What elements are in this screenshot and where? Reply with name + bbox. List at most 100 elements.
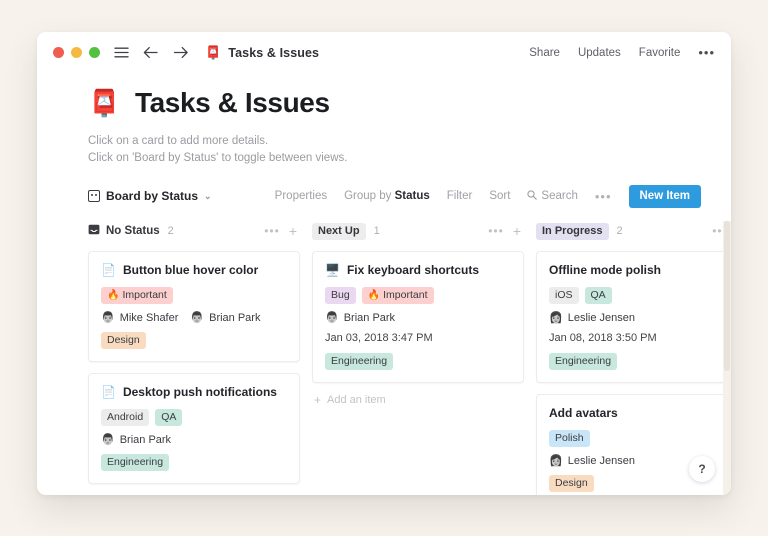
card-people-row: 👨 Mike Shafer 👨 Brian Park [101,312,287,324]
card-category-tag[interactable]: Engineering [325,353,394,370]
column-title-text: No Status [106,225,160,237]
filter-button[interactable]: Filter [447,190,473,202]
board-card[interactable]: 🖥️ Fix keyboard shortcuts Bug 🔥 Important 👨 Br… [312,251,524,383]
card-tag[interactable]: Polish [549,430,590,447]
board-view-icon [88,190,100,202]
card-assignee-name: Brian Park [343,312,396,324]
breadcrumb[interactable]: 📮 Tasks & Issues [205,46,319,60]
card-title-text: Add avatars [549,406,618,420]
properties-button[interactable]: Properties [275,190,327,202]
card-tag-label: iOS [555,289,573,301]
updates-button[interactable]: Updates [578,47,621,59]
column-more-icon[interactable]: ••• [488,225,504,237]
column-card-count: 2 [167,225,174,237]
back-arrow-icon[interactable] [143,46,159,59]
card-assignee-name: Leslie Jensen [567,455,635,467]
board-card[interactable]: 📄 Desktop push notifications Android QA 👨 Bri… [88,373,300,484]
sidebar-toggle-icon[interactable] [114,46,129,59]
window-controls [53,47,100,58]
column-status-chip[interactable]: In Progress [536,222,609,240]
help-button[interactable]: ? [689,456,715,482]
group-by-value: Status [394,190,430,202]
maximize-window-button[interactable] [89,47,100,58]
app-window: 📮 Tasks & Issues Share Updates Favorite … [37,32,731,495]
card-assignee-name: Brian Park [209,312,261,324]
view-selector-board-by-status[interactable]: Board by Status ⌄ [88,189,212,203]
titlebar-actions: Share Updates Favorite ••• [529,46,715,59]
card-tag-label: Important [122,289,167,301]
card-tag[interactable]: Bug [325,287,356,304]
search-label: Search [541,190,578,202]
page-subtitle: Click on a card to add more details. Cli… [88,133,731,167]
column-actions: ••• + [488,224,521,238]
board-card[interactable]: 📄 Button blue hover color 🔥 Important 👨 Mike … [88,251,300,362]
card-tag-label: Bug [331,289,350,301]
column-more-icon[interactable]: ••• [264,225,280,237]
title-bar: 📮 Tasks & Issues Share Updates Favorite … [37,32,731,73]
card-title: Offline mode polish [549,263,731,278]
board-column: Next Up 1 ••• + 🖥️ Fix keyboard shortcuts Bug 🔥… [312,221,524,495]
card-category-tag[interactable]: Design [101,332,146,349]
page-title[interactable]: 📮 Tasks & Issues [88,87,731,119]
add-item-label: Add an item [327,394,386,406]
card-people-row: 👨 Brian Park [325,312,511,324]
favorite-button[interactable]: Favorite [639,47,681,59]
card-category-row: Engineering [325,353,511,370]
share-button[interactable]: Share [529,47,560,59]
card-assignee[interactable]: 👨 Mike Shafer [101,312,178,324]
page-content: 📮 Tasks & Issues Click on a card to add … [37,73,731,495]
subtitle-line-1: Click on a card to add more details. [88,135,269,147]
more-options-icon[interactable]: ••• [698,46,715,59]
card-tag[interactable]: Android [101,409,150,426]
avatar: 👨 [190,311,205,324]
card-assignee[interactable]: 👩 Leslie Jensen [549,312,635,324]
card-assignee[interactable]: 👩 Leslie Jensen [549,455,635,467]
card-people-row: 👩 Leslie Jensen [549,312,731,324]
card-tag-row: iOS QA [549,287,731,304]
card-title-text: Button blue hover color [122,263,259,277]
close-window-button[interactable] [53,47,64,58]
card-title-text: Offline mode polish [549,263,662,277]
card-type-icon: 📄 [101,263,116,277]
card-tag[interactable]: 🔥 Important [361,287,434,304]
card-title-text: Fix keyboard shortcuts [346,263,479,277]
search-button[interactable]: Search [527,189,578,203]
column-add-icon[interactable]: + [513,224,521,238]
card-tag[interactable]: 🔥 Important [101,287,173,304]
column-card-count: 2 [616,225,623,237]
card-tag[interactable]: QA [155,409,183,426]
card-assignee[interactable]: 👨 Brian Park [101,434,171,446]
forward-arrow-icon[interactable] [173,46,189,59]
sort-button[interactable]: Sort [489,190,510,202]
card-tag[interactable]: QA [584,287,612,304]
column-status-chip[interactable]: Next Up [312,222,366,240]
view-selector-label: Board by Status [106,189,199,203]
plus-icon: + [314,393,322,407]
card-tag-row: Bug 🔥 Important [325,287,511,304]
minimize-window-button[interactable] [71,47,82,58]
card-tag-row: 🔥 Important [101,287,287,304]
column-title[interactable]: No Status [88,224,160,238]
add-item-button[interactable]: + Add an item [312,394,524,406]
card-type-icon: 🖥️ [325,263,340,277]
board-vertical-scrollbar[interactable] [723,221,731,495]
column-add-icon[interactable]: + [289,224,297,238]
card-assignee[interactable]: 👨 Brian Park [190,312,260,324]
card-assignee-name: Brian Park [119,434,172,446]
card-assignee[interactable]: 👨 Brian Park [325,312,395,324]
card-title-text: Desktop push notifications [122,385,277,399]
card-type-icon: 📄 [101,385,116,399]
avatar: 👩 [549,454,563,467]
fire-icon: 🔥 [367,289,381,301]
scrollbar-thumb[interactable] [724,221,730,371]
card-tag-label: QA [161,411,177,423]
view-more-icon[interactable]: ••• [595,190,612,203]
column-header: Next Up 1 ••• + [312,221,524,241]
card-category-tag[interactable]: Design [549,475,594,492]
card-tag[interactable]: iOS [549,287,579,304]
board-card[interactable]: Offline mode polish iOS QA 👩 Leslie Jensen Ja… [536,251,731,383]
card-category-tag[interactable]: Engineering [101,454,170,471]
group-by-button[interactable]: Group by Status [344,190,430,202]
new-item-button[interactable]: New Item [628,184,701,208]
card-category-tag[interactable]: Engineering [549,353,618,370]
